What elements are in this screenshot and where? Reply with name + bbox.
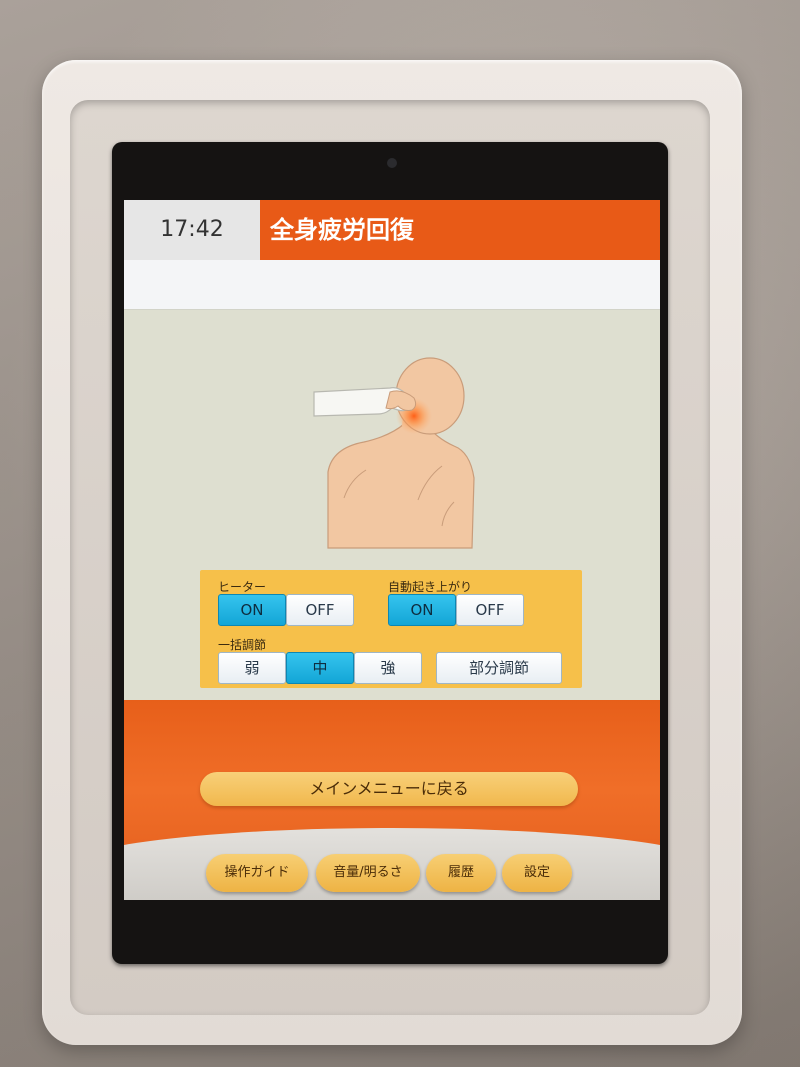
intensity-weak-button[interactable]: 弱 [218,652,286,684]
heater-label: ヒーター [218,580,267,594]
heater-off-button[interactable]: OFF [286,594,354,626]
operation-guide-button[interactable]: 操作ガイド [206,854,308,892]
control-panel: ヒーター ON OFF 自動起き上がり ON OFF 一括調節 弱 中 強 部分… [200,570,582,688]
partial-adjust-button[interactable]: 部分調節 [436,652,562,684]
neck-massage-illustration [313,357,475,549]
camera-icon [387,158,397,168]
auto-rise-on-button[interactable]: ON [388,594,456,626]
clock: 17:42 [124,200,260,260]
main-menu-button[interactable]: メインメニューに戻る [200,772,578,806]
settings-button[interactable]: 設定 [502,854,572,892]
history-button[interactable]: 履歴 [426,854,496,892]
volume-brightness-button[interactable]: 音量/明るさ [316,854,420,892]
page-title: 全身疲労回復 [260,200,660,260]
auto-rise-label: 自動起き上がり [388,580,473,594]
intensity-medium-button[interactable]: 中 [286,652,354,684]
bulk-adjust-label: 一括調節 [218,638,267,652]
auto-rise-off-button[interactable]: OFF [456,594,524,626]
info-strip [124,260,660,310]
intensity-strong-button[interactable]: 強 [354,652,422,684]
heater-on-button[interactable]: ON [218,594,286,626]
header-bar: 17:42 全身疲労回復 [124,200,660,260]
touch-screen: 17:42 全身疲労回復 ヒーター ON OFF 自動起き上がり ON OFF … [124,200,660,900]
